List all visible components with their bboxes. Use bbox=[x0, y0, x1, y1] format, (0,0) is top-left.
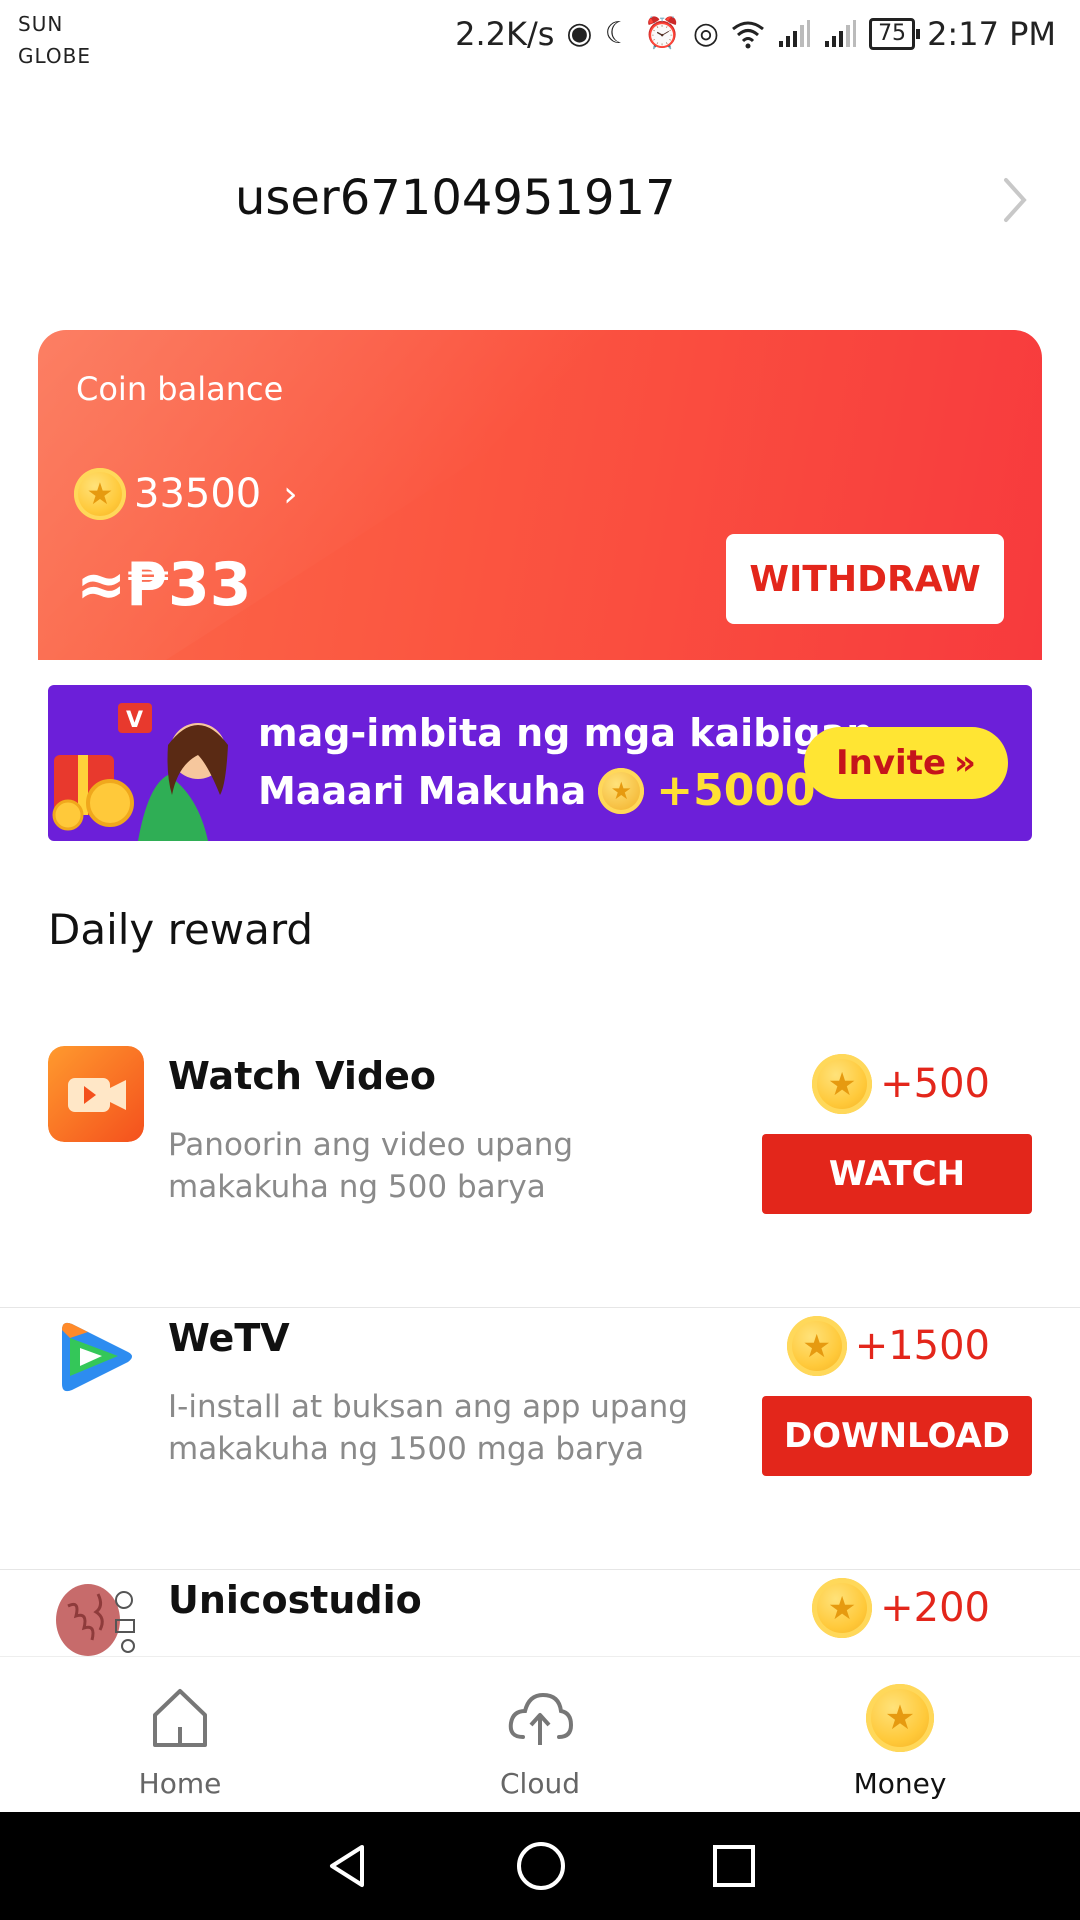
bottom-navigation: Home Cloud ★ Money bbox=[0, 1656, 1080, 1812]
coin-icon: ★ bbox=[598, 767, 645, 814]
signal-icon bbox=[779, 20, 811, 47]
carrier-2: GLOBE bbox=[18, 44, 92, 68]
wetv-play-icon bbox=[62, 1322, 132, 1392]
coin-balance-row[interactable]: ★ 33500 › bbox=[74, 468, 298, 520]
nav-item-cloud[interactable]: Cloud bbox=[360, 1657, 720, 1812]
status-indicators: 2.2K/s ◉ ☾ ⏰ ◎ 75 2:17 PM bbox=[455, 14, 1056, 54]
username[interactable]: user67104951917 bbox=[235, 170, 676, 226]
task-reward: ★ +200 bbox=[812, 1578, 990, 1638]
coin-icon: ★ bbox=[786, 1316, 847, 1376]
4g-icon: ◉ bbox=[566, 16, 593, 51]
signal-icon bbox=[825, 20, 857, 47]
coin-icon: ★ bbox=[812, 1054, 873, 1114]
task-description: Panoorin ang video upang makakuha ng 500… bbox=[168, 1127, 574, 1205]
task-reward: ★ +500 bbox=[812, 1054, 990, 1114]
nav-label: Home bbox=[138, 1767, 222, 1800]
task-item: WeTV I-install at buksan ang app upang m… bbox=[0, 1308, 1080, 1570]
double-chevron-icon: » bbox=[954, 743, 976, 783]
eye-icon: ◎ bbox=[692, 16, 720, 51]
home-icon bbox=[153, 1689, 207, 1747]
invite-bonus: +5000 bbox=[656, 765, 816, 816]
brain-icon bbox=[56, 1584, 135, 1656]
task-name: Watch Video bbox=[168, 1054, 437, 1098]
status-bar: SUN GLOBE 2.2K/s ◉ ☾ ⏰ ◎ 75 2:17 PM bbox=[0, 0, 1080, 80]
back-icon[interactable] bbox=[322, 1841, 372, 1891]
reward-amount: +200 bbox=[880, 1585, 990, 1631]
svg-text:V: V bbox=[126, 708, 143, 733]
carrier-1: SUN bbox=[18, 12, 64, 36]
task-reward: ★ +1500 bbox=[786, 1316, 990, 1376]
clock: 2:17 PM bbox=[927, 15, 1056, 53]
invite-banner[interactable]: V mag-imbita ng mga kaibigan Maaari Maku… bbox=[48, 685, 1032, 841]
battery-indicator: 75 bbox=[869, 18, 921, 50]
task-name: WeTV bbox=[168, 1316, 290, 1360]
nav-item-home[interactable]: Home bbox=[0, 1657, 360, 1812]
recents-icon[interactable] bbox=[710, 1842, 758, 1890]
coin-balance-label: Coin balance bbox=[76, 370, 284, 408]
moon-icon: ☾ bbox=[604, 16, 632, 51]
invite-illustration: V bbox=[52, 703, 228, 841]
nav-label: Money bbox=[853, 1767, 947, 1800]
cloud-upload-icon bbox=[508, 1692, 574, 1745]
task-name: Unicostudio bbox=[168, 1578, 422, 1622]
withdraw-button[interactable]: WITHDRAW bbox=[726, 534, 1004, 624]
home-circle-icon[interactable] bbox=[515, 1840, 567, 1892]
chevron-right-icon[interactable] bbox=[994, 170, 1034, 230]
download-button[interactable]: DOWNLOAD bbox=[762, 1396, 1032, 1476]
coin-icon: ★ bbox=[74, 468, 126, 520]
wifi-icon bbox=[732, 21, 764, 49]
video-camera-icon bbox=[48, 1046, 144, 1142]
alarm-icon: ⏰ bbox=[643, 16, 681, 51]
coin-icon: ★ bbox=[812, 1578, 873, 1638]
daily-reward-title: Daily reward bbox=[48, 905, 314, 954]
watch-button[interactable]: WATCH bbox=[762, 1134, 1032, 1214]
system-navigation-bar bbox=[0, 1812, 1080, 1920]
invite-button[interactable]: Invite » bbox=[804, 727, 1008, 799]
task-description: I-install at buksan ang app upang makaku… bbox=[168, 1389, 688, 1467]
task-item: Watch Video Panoorin ang video upang mak… bbox=[0, 1046, 1080, 1308]
coin-icon: ★ bbox=[866, 1684, 934, 1752]
coin-balance-value: 33500 bbox=[134, 471, 262, 517]
invite-title: mag-imbita ng mga kaibigan bbox=[258, 711, 874, 755]
chevron-right-icon: › bbox=[283, 473, 298, 515]
carrier-names: SUN GLOBE bbox=[18, 8, 91, 72]
peso-equivalent: ≈₱33 bbox=[76, 550, 252, 620]
reward-amount: +1500 bbox=[854, 1323, 990, 1369]
coin-balance-card: Coin balance ★ 33500 › ≈₱33 WITHDRAW bbox=[38, 330, 1042, 675]
invite-subtitle: Maaari Makuha ★ +5000 bbox=[258, 765, 816, 816]
nav-label: Cloud bbox=[500, 1767, 580, 1800]
nav-item-money[interactable]: ★ Money bbox=[720, 1657, 1080, 1812]
reward-amount: +500 bbox=[880, 1061, 990, 1107]
network-speed: 2.2K/s bbox=[455, 15, 555, 53]
